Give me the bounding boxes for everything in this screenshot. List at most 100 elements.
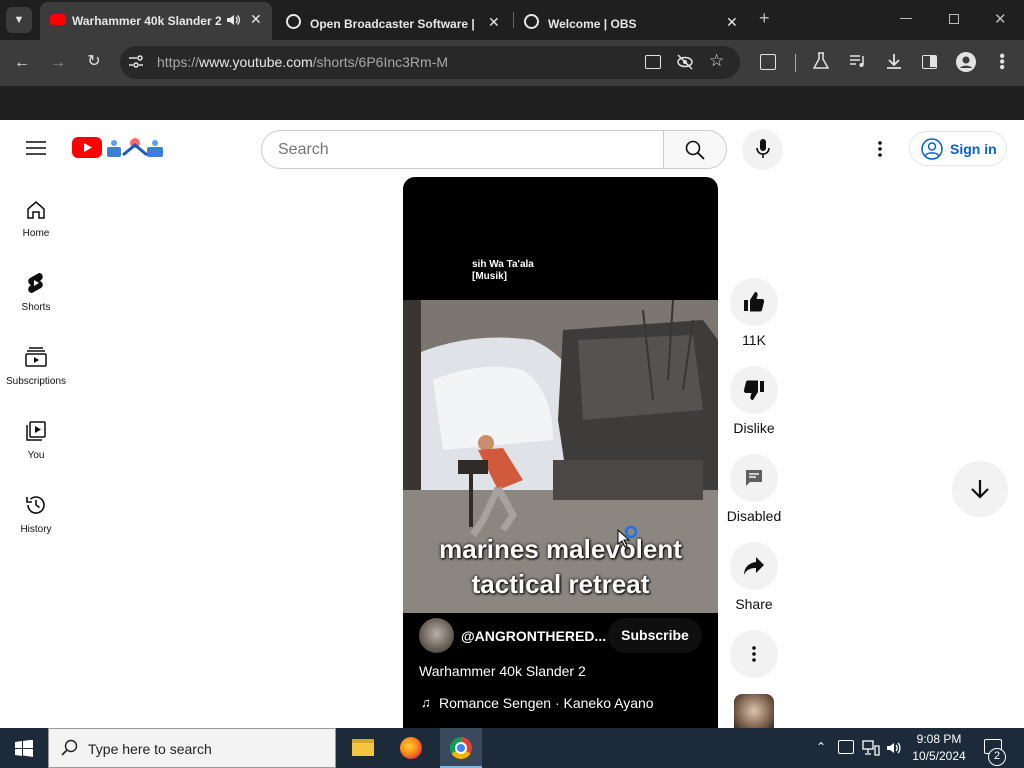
browser-menu-icon[interactable]: ••• <box>993 53 1010 70</box>
doodle-logo-icon <box>105 137 165 159</box>
extensions-icon[interactable] <box>760 54 776 70</box>
forward-arrow-icon[interactable]: → <box>47 53 69 73</box>
audio-track-thumbnail[interactable] <box>734 694 774 728</box>
volume-icon[interactable] <box>885 740 903 761</box>
sign-in-button[interactable]: Sign in <box>909 131 1007 166</box>
home-icon <box>26 200 46 223</box>
chrome-icon <box>450 737 472 759</box>
account-circle-icon <box>921 138 943 163</box>
speaker-icon[interactable] <box>225 12 241 28</box>
nav-label: Home <box>22 228 50 239</box>
more-vertical-icon <box>750 645 758 668</box>
shorts-icon <box>27 272 45 297</box>
dislike-button[interactable] <box>730 366 778 414</box>
subscriptions-icon <box>25 347 47 370</box>
install-app-icon[interactable] <box>645 55 661 69</box>
comments-button[interactable] <box>730 454 778 502</box>
youtube-logo[interactable] <box>72 137 166 159</box>
nav-label: History <box>20 524 52 535</box>
chevron-down-icon: ▼ <box>13 14 25 26</box>
tab-title: Open Broadcaster Software | O <box>310 17 476 31</box>
url-domain: www.youtube.com <box>199 54 313 70</box>
music-track[interactable]: Romance Sengen · Kaneko Ayano <box>439 695 654 711</box>
tab-warhammer[interactable]: Warhammer 40k Slander 2 ✕ <box>40 2 272 40</box>
labs-flask-icon[interactable] <box>812 52 830 75</box>
youtube-masthead: Sign in <box>0 120 1024 176</box>
shorts-video-player[interactable]: sih Wa Ta'ala [Musik] marines malevolent… <box>403 177 718 728</box>
search-button[interactable] <box>663 130 727 169</box>
next-short-button[interactable] <box>952 461 1008 517</box>
back-arrow-icon[interactable]: ← <box>11 53 33 73</box>
microphone-icon <box>756 139 770 164</box>
browser-tab-strip: ▼ Warhammer 40k Slander 2 ✕ Open Broadca… <box>0 0 1024 40</box>
youtube-favicon-icon <box>50 14 66 25</box>
address-bar[interactable]: https://www.youtube.com/shorts/6P6Inc3Rm… <box>120 46 740 79</box>
close-tab-icon[interactable]: ✕ <box>488 14 500 31</box>
obs-favicon-icon <box>286 14 301 29</box>
minimize-window-button[interactable] <box>900 18 912 19</box>
caption-line-1: marines malevolent <box>439 534 682 564</box>
windows-taskbar: Type here to search ⌃ 9:08 PM 10/5/2024 … <box>0 728 1024 768</box>
show-hidden-icons-chevron-icon[interactable]: ⌃ <box>816 740 826 754</box>
tab-separator <box>513 12 514 28</box>
subscribe-button[interactable]: Subscribe <box>608 618 702 653</box>
clock-time: 9:08 PM <box>916 732 962 746</box>
short-title[interactable]: Warhammer 40k Slander 2 <box>419 663 586 679</box>
profile-avatar-icon[interactable] <box>956 52 976 72</box>
url-scheme: https:// <box>157 54 200 70</box>
nav-item-subscriptions[interactable]: Subscriptions <box>0 338 72 412</box>
close-tab-icon[interactable]: ✕ <box>250 11 262 28</box>
tab-obs-welcome[interactable]: Welcome | OBS ✕ <box>516 4 750 36</box>
tab-search-button[interactable]: ▼ <box>6 7 32 33</box>
tab-title: Welcome | OBS <box>548 17 637 31</box>
firefox-icon[interactable] <box>400 737 422 759</box>
reload-icon[interactable]: ↻ <box>83 52 105 72</box>
url-path: /shorts/6P6Inc3Rm-M <box>312 54 449 70</box>
taskbar-search-placeholder: Type here to search <box>88 741 212 757</box>
taskbar-search-box[interactable]: Type here to search <box>48 728 336 768</box>
nav-item-history[interactable]: History <box>0 486 72 560</box>
side-panel-icon[interactable] <box>922 55 937 69</box>
site-info-icon[interactable] <box>128 55 144 69</box>
search-icon <box>685 140 705 165</box>
nav-item-you[interactable]: You <box>0 412 72 486</box>
new-tab-button[interactable]: + <box>759 8 770 29</box>
close-window-button[interactable]: ✕ <box>994 10 1007 28</box>
video-frame[interactable]: marines malevolent tactical retreat <box>403 300 718 613</box>
download-icon[interactable] <box>885 52 903 75</box>
voice-search-button[interactable] <box>742 129 783 170</box>
lyrics-line-1: sih Wa Ta'ala <box>472 259 534 270</box>
security-shield-icon[interactable] <box>838 740 854 754</box>
dislike-label: Dislike <box>733 420 775 436</box>
media-control-icon[interactable] <box>849 53 867 74</box>
nav-label: Subscriptions <box>5 376 67 387</box>
more-actions-button[interactable] <box>730 630 778 678</box>
chrome-taskbar-item[interactable] <box>440 728 482 768</box>
network-icon[interactable] <box>862 740 880 761</box>
comments-label: Disabled <box>726 508 782 524</box>
nav-item-home[interactable]: Home <box>0 190 72 264</box>
search-icon <box>61 739 79 762</box>
channel-name[interactable]: @ANGRONTHERED... <box>461 628 606 644</box>
search-input[interactable] <box>278 139 648 161</box>
channel-avatar[interactable] <box>419 618 454 653</box>
thumbs-down-icon <box>743 379 765 406</box>
hamburger-menu-icon[interactable] <box>26 141 46 155</box>
eye-off-icon[interactable] <box>676 54 694 75</box>
nav-item-shorts[interactable]: Shorts <box>0 264 72 338</box>
taskbar-clock[interactable]: 9:08 PM 10/5/2024 <box>908 731 970 765</box>
file-explorer-icon[interactable] <box>352 739 374 756</box>
tab-title: Warhammer 40k Slander 2 <box>72 14 222 28</box>
settings-more-icon[interactable] <box>872 140 888 158</box>
url-text[interactable]: https://www.youtube.com/shorts/6P6Inc3Rm… <box>157 54 448 70</box>
bookmark-star-icon[interactable]: ☆ <box>709 51 724 71</box>
tab-obs-software[interactable]: Open Broadcaster Software | O ✕ <box>276 4 510 36</box>
nav-label: Shorts <box>21 302 51 313</box>
share-button[interactable] <box>730 542 778 590</box>
close-tab-icon[interactable]: ✕ <box>726 14 738 31</box>
windows-start-icon[interactable] <box>15 739 33 762</box>
like-button[interactable] <box>730 278 778 326</box>
restore-window-button[interactable] <box>949 14 959 24</box>
clock-date: 10/5/2024 <box>912 749 966 763</box>
comment-icon <box>745 469 763 492</box>
